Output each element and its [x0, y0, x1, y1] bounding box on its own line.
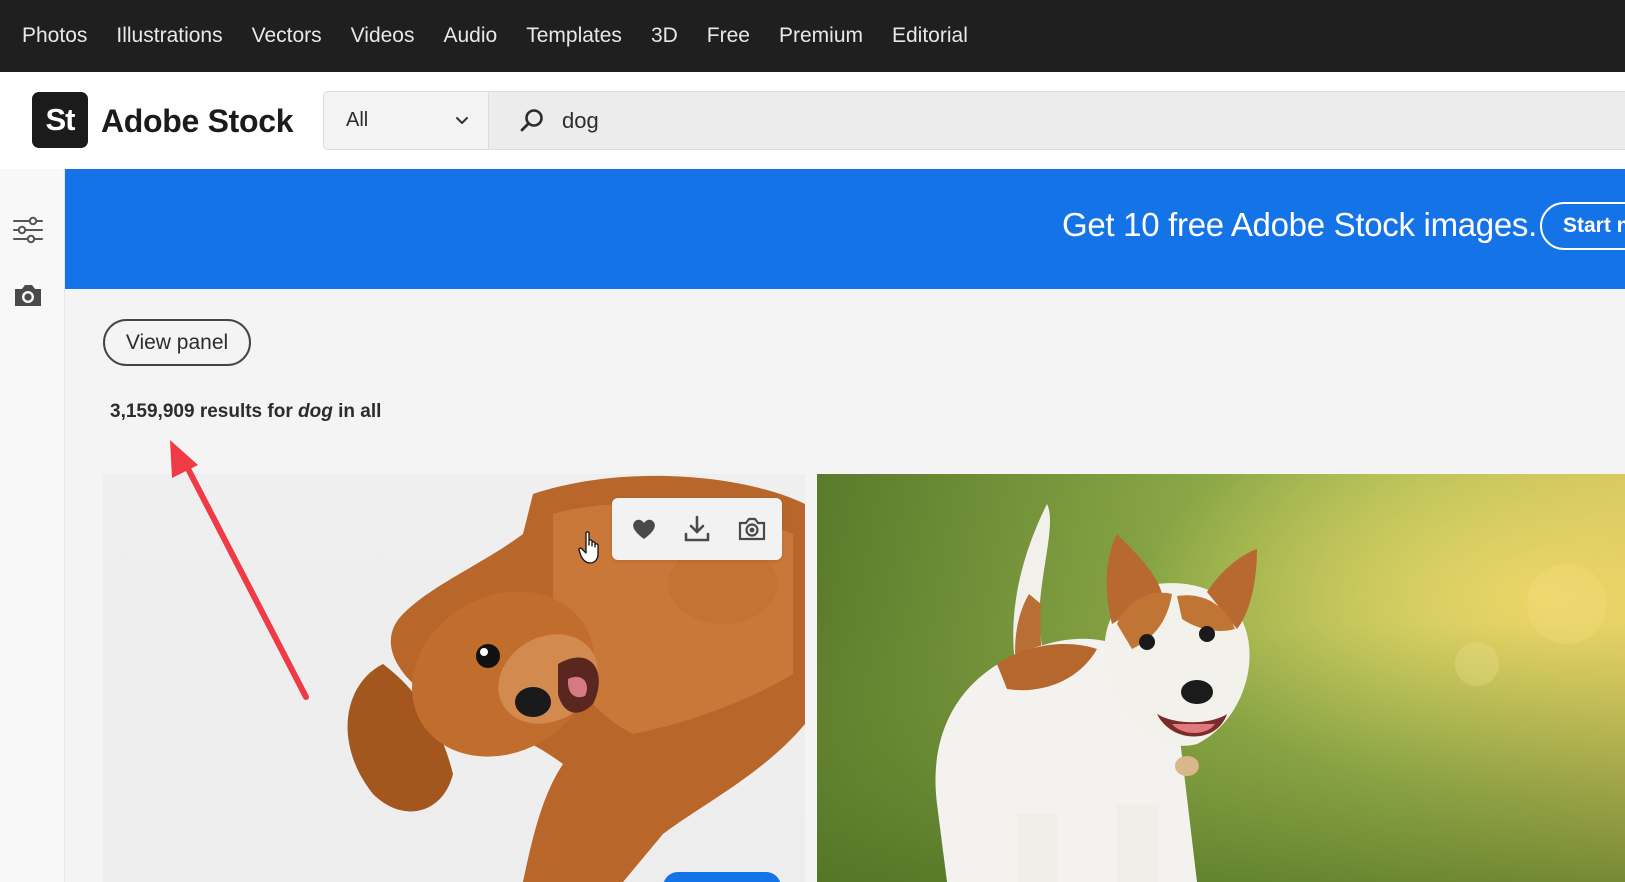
- promo-text: Get 10 free Adobe Stock images.: [1062, 206, 1537, 243]
- camera-icon[interactable]: [11, 278, 45, 312]
- results-number: 3,159,909: [110, 401, 195, 422]
- nav-videos[interactable]: Videos: [351, 24, 415, 48]
- content-type-value: All: [346, 109, 369, 131]
- nav-editorial[interactable]: Editorial: [892, 24, 968, 48]
- hand-cursor-icon: [578, 531, 599, 564]
- promo-banner: Get 10 free Adobe Stock images. Start n: [65, 169, 1625, 289]
- heart-icon[interactable]: [629, 514, 659, 544]
- results-count: 3,159,909 results for dog in all: [110, 401, 381, 423]
- nav-illustrations[interactable]: Illustrations: [116, 24, 222, 48]
- brand-name[interactable]: Adobe Stock: [101, 103, 294, 140]
- nav-photos[interactable]: Photos: [22, 24, 87, 48]
- adobe-stock-logo[interactable]: St: [32, 92, 88, 148]
- terrier-image: [817, 474, 1625, 882]
- header: St Adobe Stock All: [0, 72, 1625, 169]
- image-result-2[interactable]: [817, 474, 1625, 882]
- results-query: dog: [298, 401, 333, 422]
- search-icon: [520, 109, 543, 132]
- nav-free[interactable]: Free: [707, 24, 750, 48]
- content-type-select[interactable]: All: [323, 91, 488, 150]
- results-prefix: results for: [199, 401, 293, 422]
- nav-audio[interactable]: Audio: [444, 24, 498, 48]
- download-icon[interactable]: [682, 514, 712, 544]
- license-button[interactable]: [663, 872, 781, 882]
- left-rail: [0, 169, 65, 882]
- search-input[interactable]: [562, 102, 1262, 140]
- nav-premium[interactable]: Premium: [779, 24, 863, 48]
- nav-3d[interactable]: 3D: [651, 24, 678, 48]
- results-suffix: in all: [338, 401, 382, 422]
- nav-vectors[interactable]: Vectors: [252, 24, 322, 48]
- filters-icon[interactable]: [11, 213, 45, 247]
- view-panel-button[interactable]: View panel: [103, 319, 251, 366]
- top-nav: Photos Illustrations Vectors Videos Audi…: [0, 0, 1625, 72]
- start-trial-button[interactable]: Start n: [1540, 202, 1625, 250]
- nav-templates[interactable]: Templates: [526, 24, 622, 48]
- chevron-down-icon: [456, 117, 468, 124]
- find-similar-icon[interactable]: [737, 514, 767, 544]
- search-bar[interactable]: [488, 91, 1625, 150]
- image-action-toolbar: [612, 498, 782, 560]
